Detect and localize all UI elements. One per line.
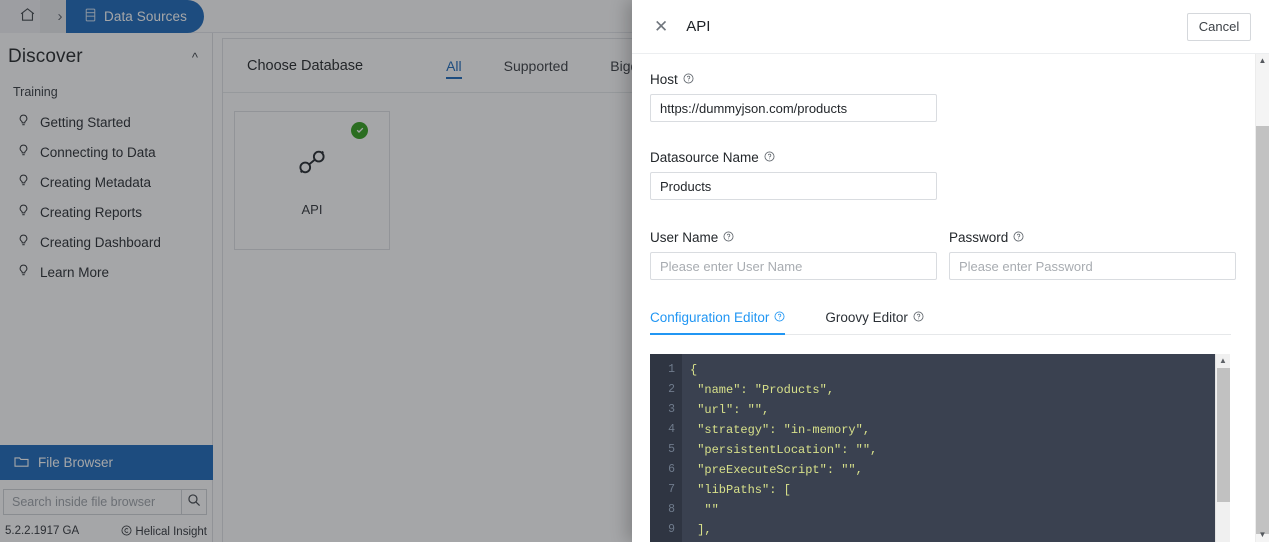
api-datasource-panel: ✕ API Cancel Host https://dummyjson.com/… (632, 0, 1269, 542)
code-line: { (690, 363, 698, 377)
cancel-button[interactable]: Cancel (1187, 12, 1251, 41)
panel-scrollbar-thumb[interactable] (1256, 126, 1269, 534)
panel-scrollbar[interactable]: ▲ ▼ (1255, 54, 1269, 542)
line-number: 9 (668, 523, 675, 536)
user-name-label-text: User Name (650, 230, 719, 245)
scroll-up-arrow-icon[interactable]: ▲ (1216, 354, 1230, 367)
code-line: "url": "", (690, 403, 770, 417)
host-field-group: Host (650, 72, 1231, 122)
code-line: "" (690, 503, 719, 517)
host-input[interactable] (650, 94, 937, 122)
panel-header: ✕ API Cancel (632, 0, 1269, 54)
code-line: "strategy": "in-memory", (690, 423, 871, 437)
tab-label: Groovy Editor (825, 310, 908, 325)
line-number: 5 (668, 443, 675, 456)
tab-groovy-editor[interactable]: Groovy Editor (825, 310, 924, 334)
host-label: Host (650, 72, 1231, 87)
help-circle-icon[interactable] (764, 150, 775, 165)
password-label-text: Password (949, 230, 1009, 245)
datasource-name-label: Datasource Name (650, 150, 1231, 165)
app-root: › Data Sources Discover ^ Training Getti… (0, 0, 1269, 542)
datasource-name-label-text: Datasource Name (650, 150, 759, 165)
datasource-name-input[interactable] (650, 172, 937, 200)
tab-label: Configuration Editor (650, 310, 770, 325)
line-number: 6 (668, 463, 675, 476)
code-line: "preExecuteScript": "", (690, 463, 863, 477)
editor-tabs: Configuration Editor Groovy Editor (650, 310, 1231, 335)
password-label: Password (949, 230, 1236, 245)
configuration-code-editor[interactable]: 1 2 3 4 5 6 7 8 9 10 { "name": "Products… (650, 354, 1230, 542)
help-circle-icon[interactable] (723, 230, 734, 245)
code-line: "name": "Products", (690, 383, 835, 397)
password-input[interactable] (949, 252, 1236, 280)
credentials-row: User Name Password (650, 230, 1236, 280)
panel-body: Host Datasource Name (632, 54, 1269, 542)
code-line: "libPaths": [ (690, 483, 791, 497)
password-field-group: Password (949, 230, 1236, 280)
user-name-label: User Name (650, 230, 937, 245)
help-circle-icon[interactable] (1013, 230, 1024, 245)
line-number: 2 (668, 383, 675, 396)
help-circle-icon[interactable] (683, 72, 694, 87)
line-number: 4 (668, 423, 675, 436)
user-name-field-group: User Name (650, 230, 937, 280)
editor-code-content[interactable]: { "name": "Products", "url": "", "strate… (682, 354, 1230, 542)
host-label-text: Host (650, 72, 678, 87)
editor-line-numbers: 1 2 3 4 5 6 7 8 9 10 (650, 354, 682, 542)
code-line: ], (690, 523, 712, 537)
tab-configuration-editor[interactable]: Configuration Editor (650, 310, 786, 335)
code-line: "persistentLocation": "", (690, 443, 878, 457)
help-circle-icon[interactable] (774, 310, 785, 325)
editor-scrollbar-thumb[interactable] (1217, 368, 1230, 502)
line-number: 8 (668, 503, 675, 516)
scroll-up-arrow-icon[interactable]: ▲ (1256, 54, 1269, 68)
line-number: 1 (668, 363, 675, 376)
panel-title: API (686, 18, 711, 35)
datasource-name-field-group: Datasource Name (650, 150, 1231, 200)
scroll-down-arrow-icon[interactable]: ▼ (1256, 528, 1269, 542)
user-name-input[interactable] (650, 252, 937, 280)
close-icon[interactable]: ✕ (654, 18, 668, 35)
line-number: 7 (668, 483, 675, 496)
line-number: 3 (668, 403, 675, 416)
editor-scrollbar[interactable]: ▲ (1215, 354, 1230, 542)
help-circle-icon[interactable] (913, 310, 924, 325)
